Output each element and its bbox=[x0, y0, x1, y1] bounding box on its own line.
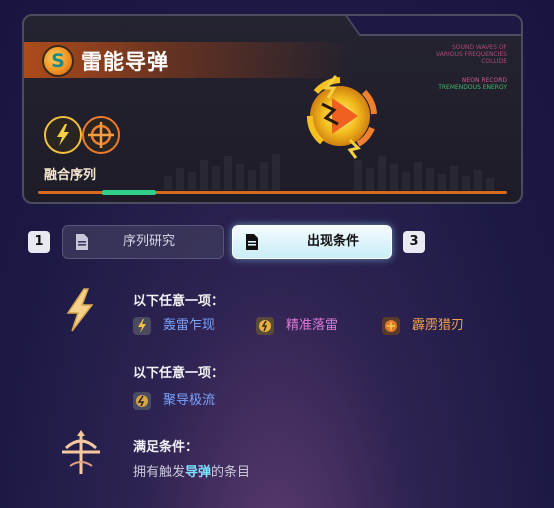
info-line: VARIOUS FREQUENCIES bbox=[436, 51, 507, 58]
desc-highlight[interactable]: 导弹 bbox=[185, 465, 211, 480]
condition-item-label: 聚导极流 bbox=[163, 393, 216, 408]
tab-label: 序列研究 bbox=[123, 234, 176, 249]
fusion-label: 融合序列 bbox=[44, 168, 97, 183]
card-notch bbox=[344, 16, 521, 36]
condition-item[interactable]: 聚导极流 bbox=[133, 391, 243, 411]
lightning-icon bbox=[133, 317, 151, 335]
crosshair-icon bbox=[62, 430, 100, 474]
info-line: COLLIDE bbox=[481, 58, 507, 65]
condition-title: 以下任意一项： bbox=[133, 366, 225, 381]
condition-item-label: 轰雷乍现 bbox=[163, 318, 216, 333]
skill-badge-icon: S bbox=[42, 45, 74, 77]
condition-item-label: 精准落雷 bbox=[286, 318, 339, 333]
next-page-badge[interactable]: 3 bbox=[403, 231, 425, 253]
condition-item[interactable]: 霹雳猎刃 bbox=[382, 316, 492, 336]
info-line: SOUND WAVES OF bbox=[451, 44, 507, 51]
desc-text: 拥有触发 bbox=[133, 465, 186, 480]
info-block: SOUND WAVES OF VARIOUS FREQUENCIES COLLI… bbox=[436, 44, 507, 91]
condition-title: 以下任意一项： bbox=[133, 294, 225, 309]
condition-description: 拥有触发导弹的条目 bbox=[133, 461, 250, 480]
progress-indicator bbox=[102, 190, 156, 195]
document-icon bbox=[246, 234, 258, 250]
skill-title: 雷能导弹 bbox=[81, 50, 169, 74]
lightning-icon bbox=[382, 317, 400, 335]
skill-card: S 雷能导弹 SOUND WAVES OF VARIOUS FREQUENCIE… bbox=[22, 14, 523, 204]
crosshair-icon[interactable] bbox=[82, 116, 120, 154]
info-line: TREMENDOUS ENERGY bbox=[438, 84, 507, 91]
tab-label: 出现条件 bbox=[307, 234, 360, 249]
lightning-icon bbox=[133, 392, 151, 410]
condition-item[interactable]: 轰雷乍现 bbox=[133, 316, 243, 336]
tab-sequence-research[interactable]: 序列研究 bbox=[62, 225, 224, 259]
info-line: NEON RECORD bbox=[461, 77, 507, 84]
tab-appear-condition[interactable]: 出现条件 bbox=[232, 225, 392, 259]
desc-text: 的条目 bbox=[211, 465, 251, 480]
condition-item-label: 霹雳猎刃 bbox=[412, 318, 465, 333]
lightning-icon[interactable] bbox=[44, 116, 82, 154]
lightning-missile-icon bbox=[292, 66, 388, 162]
condition-title: 满足条件： bbox=[133, 440, 199, 455]
lightning-icon bbox=[66, 288, 94, 332]
condition-item[interactable]: 精准落雷 bbox=[256, 316, 366, 336]
lightning-icon bbox=[256, 317, 274, 335]
prev-page-badge[interactable]: 1 bbox=[28, 231, 50, 253]
